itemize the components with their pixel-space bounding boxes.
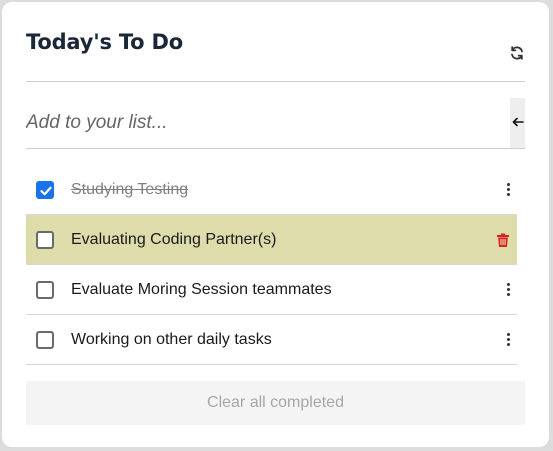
more-options-icon[interactable] [505,333,511,347]
add-item-button[interactable] [510,98,525,148]
todo-label: Evaluating Coding Partner(s) [71,231,277,248]
add-item-input[interactable] [26,98,510,148]
todo-item[interactable]: Evaluate Moring Session teammates [26,265,517,315]
todo-checkbox[interactable] [36,281,54,299]
todo-item[interactable]: Working on other daily tasks [26,315,517,365]
todo-item[interactable]: Studying Testing [26,165,517,215]
refresh-icon[interactable] [509,45,525,61]
todo-item[interactable]: Evaluating Coding Partner(s) [26,215,517,265]
more-options-icon[interactable] [505,183,511,197]
input-divider [26,148,525,149]
todo-label: Studying Testing [71,181,189,198]
more-options-icon[interactable] [505,283,511,297]
todo-label: Evaluate Moring Session teammates [71,281,332,298]
todo-checkbox[interactable] [36,181,54,199]
todo-list: Studying Testing Evaluating Coding Partn… [26,165,517,365]
header-divider [26,81,525,82]
check-icon [40,186,52,196]
page-title: Today's To Do [26,30,183,54]
clear-completed-button[interactable]: Clear all completed [26,381,525,425]
todo-card: Today's To Do Studying Testing [2,2,549,447]
todo-label: Working on other daily tasks [71,331,272,348]
arrow-left-icon [512,117,524,127]
todo-checkbox[interactable] [36,231,54,249]
todo-checkbox[interactable] [36,331,54,349]
trash-icon[interactable] [497,233,509,247]
